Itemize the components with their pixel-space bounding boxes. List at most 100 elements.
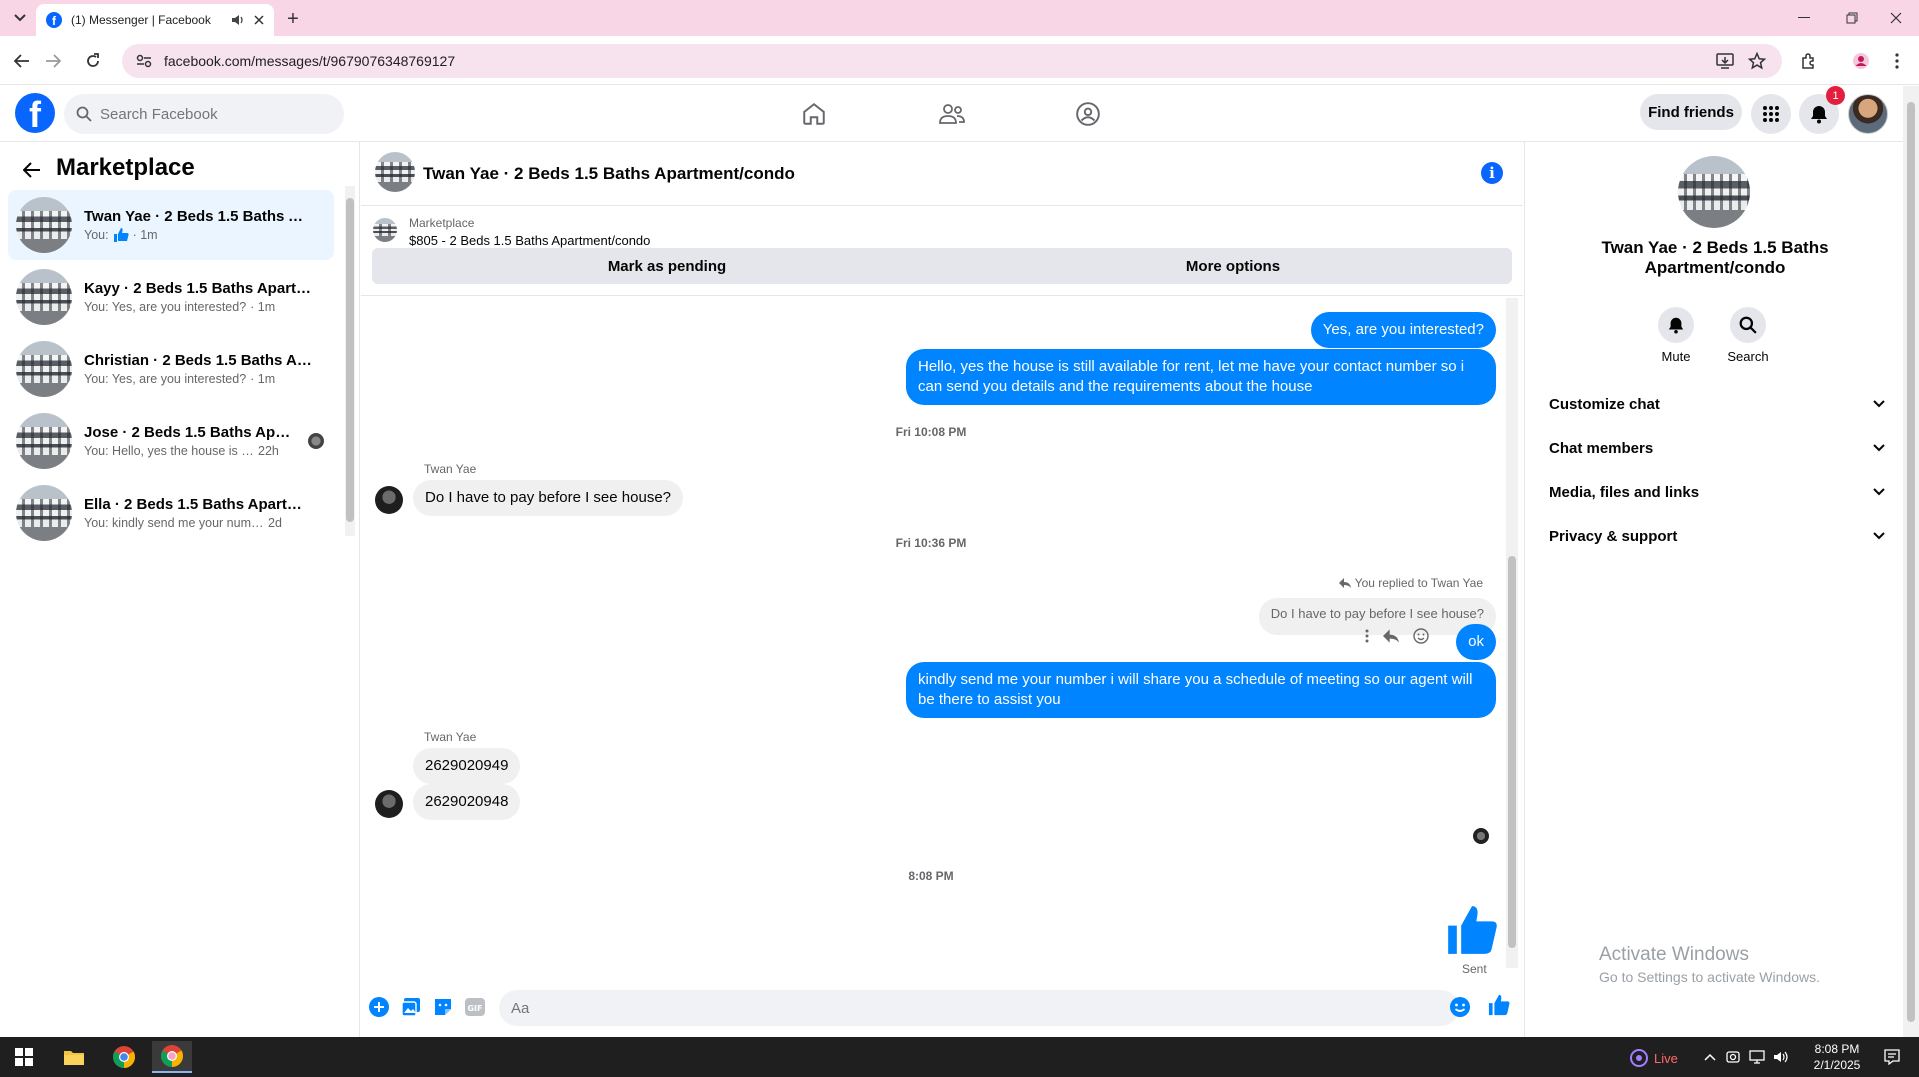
mute-action[interactable]: Mute xyxy=(1646,307,1706,364)
send-thumbs-up-icon[interactable] xyxy=(1488,994,1510,1016)
bell-icon[interactable] xyxy=(1658,307,1694,343)
outgoing-message[interactable]: kindly send me your number i will share … xyxy=(906,662,1496,718)
windows-start-icon[interactable] xyxy=(4,1041,44,1073)
system-clock[interactable]: 8:08 PM 2/1/2025 xyxy=(1800,1041,1874,1073)
mark-as-pending-button[interactable]: Mark as pending xyxy=(372,248,962,284)
info-icon[interactable]: i xyxy=(1481,162,1503,184)
message-input-box[interactable] xyxy=(499,990,1459,1026)
large-thumbs-up-icon[interactable] xyxy=(1446,904,1498,956)
incoming-message[interactable]: 2629020948 xyxy=(413,784,521,820)
gif-icon[interactable]: GIF xyxy=(464,996,486,1018)
incoming-message[interactable]: Do I have to pay before I see house? xyxy=(413,480,683,516)
close-tab-icon[interactable] xyxy=(254,15,264,25)
chat-title[interactable]: Twan Yae · 2 Beds 1.5 Baths Apartment/co… xyxy=(423,164,795,184)
clock-date: 2/1/2025 xyxy=(1813,1058,1861,1072)
friends-nav-icon[interactable] xyxy=(934,96,970,132)
customize-chat-section[interactable]: Customize chat xyxy=(1541,382,1891,426)
page-scrollbar[interactable] xyxy=(1903,86,1919,1037)
conversation-item[interactable]: Kayy · 2 Beds 1.5 Baths Apartme... You: … xyxy=(8,262,334,332)
facebook-header: f Find friends 1 xyxy=(0,86,1903,142)
conversation-time: · 1m xyxy=(250,372,276,386)
incoming-message[interactable]: 2629020949 xyxy=(413,748,521,784)
search-icon[interactable] xyxy=(1730,307,1766,343)
clock-time: 8:08 PM xyxy=(1814,1042,1860,1056)
facebook-search[interactable] xyxy=(64,94,344,134)
restore-icon[interactable] xyxy=(1832,6,1872,30)
chat-panel: Twan Yae · 2 Beds 1.5 Baths Apartment/co… xyxy=(361,142,1523,1037)
details-avatar[interactable] xyxy=(1678,156,1750,228)
file-explorer-icon[interactable] xyxy=(54,1041,94,1073)
new-tab-plus-icon[interactable]: + xyxy=(282,8,304,30)
address-bar[interactable]: facebook.com/messages/t/9679076348769127 xyxy=(122,44,1782,78)
conversation-name: Ella · 2 Beds 1.5 Baths Apartmen... xyxy=(84,496,312,513)
back-arrow-icon[interactable] xyxy=(9,48,35,74)
chrome-menu-icon[interactable] xyxy=(1884,48,1910,74)
sender-avatar[interactable] xyxy=(375,790,403,818)
conversation-name: Christian · 2 Beds 1.5 Baths Apar... xyxy=(84,352,312,369)
privacy-support-section[interactable]: Privacy & support xyxy=(1541,514,1891,558)
photo-gallery-icon[interactable] xyxy=(400,996,422,1018)
outgoing-message[interactable]: ok xyxy=(1456,624,1496,660)
chat-members-section[interactable]: Chat members xyxy=(1541,426,1891,470)
sender-name: Twan Yae xyxy=(424,730,477,744)
chat-scrollbar[interactable] xyxy=(1506,298,1518,968)
live-widget[interactable]: Live xyxy=(1630,1049,1678,1067)
notification-center-icon[interactable] xyxy=(1872,1041,1912,1073)
react-smiley-icon[interactable] xyxy=(1413,628,1429,644)
conversation-list-scrollbar[interactable] xyxy=(345,186,355,536)
sender-avatar[interactable] xyxy=(375,486,403,514)
sticker-icon[interactable] xyxy=(432,996,454,1018)
chrome-active-taskbar-icon[interactable] xyxy=(152,1041,192,1073)
conversation-item[interactable]: Jose · 2 Beds 1.5 Baths Apart... You: He… xyxy=(8,406,334,476)
site-settings-icon[interactable] xyxy=(136,54,152,68)
chrome-profile-icon[interactable] xyxy=(1848,48,1874,74)
account-avatar[interactable] xyxy=(1848,94,1888,134)
facebook-logo-icon[interactable]: f xyxy=(15,93,55,133)
groups-nav-icon[interactable] xyxy=(1070,96,1106,132)
minimize-icon[interactable] xyxy=(1784,6,1824,30)
media-files-links-section[interactable]: Media, files and links xyxy=(1541,470,1891,514)
more-vertical-icon[interactable] xyxy=(1365,629,1369,643)
network-icon[interactable] xyxy=(1746,1041,1768,1073)
emoji-smiley-icon[interactable] xyxy=(1449,996,1471,1018)
install-app-icon[interactable] xyxy=(1712,48,1738,74)
conversation-item[interactable]: Twan Yae · 2 Beds 1.5 Baths Apa... You: … xyxy=(8,190,334,260)
marketplace-label: Marketplace xyxy=(409,216,475,230)
camera-tray-icon[interactable] xyxy=(1722,1041,1744,1073)
menu-grid-icon[interactable] xyxy=(1751,94,1791,134)
chat-avatar[interactable] xyxy=(375,152,415,192)
browser-tab[interactable]: f (1) Messenger | Facebook xyxy=(36,4,274,36)
find-friends-button[interactable]: Find friends xyxy=(1640,94,1742,130)
conversation-item[interactable]: Ella · 2 Beds 1.5 Baths Apartmen... You:… xyxy=(8,478,334,548)
close-window-icon[interactable] xyxy=(1876,6,1916,30)
reply-icon[interactable] xyxy=(1383,629,1399,643)
search-input[interactable] xyxy=(100,105,320,123)
sender-name: Twan Yae xyxy=(424,462,477,476)
search-action[interactable]: Search xyxy=(1718,307,1778,364)
conversation-snippet: You: Yes, are you interested? xyxy=(84,300,247,314)
plus-circle-icon[interactable] xyxy=(368,996,390,1018)
more-options-button[interactable]: More options xyxy=(954,248,1512,284)
message-input[interactable] xyxy=(511,999,1411,1017)
volume-icon[interactable] xyxy=(1770,1041,1792,1073)
listing-thumbnail xyxy=(16,197,72,253)
conversation-snippet: You: Hello, yes the house is still... xyxy=(84,444,254,458)
conversation-item[interactable]: Christian · 2 Beds 1.5 Baths Apar... You… xyxy=(8,334,334,404)
conversation-time: 2d xyxy=(268,516,282,530)
outgoing-message[interactable]: Hello, yes the house is still available … xyxy=(906,349,1496,405)
back-arrow-icon[interactable] xyxy=(18,156,46,184)
home-nav-icon[interactable] xyxy=(796,96,832,132)
forward-arrow-icon[interactable] xyxy=(40,48,66,74)
speaker-icon[interactable] xyxy=(231,13,245,27)
chevron-up-icon[interactable] xyxy=(1700,1041,1720,1073)
tab-search-chevron-icon[interactable] xyxy=(8,8,32,28)
listing-thumbnail xyxy=(16,269,72,325)
outgoing-message[interactable]: Yes, are you interested? xyxy=(1310,312,1496,348)
listing-price[interactable]: $805 - 2 Beds 1.5 Baths Apartment/condo xyxy=(409,233,650,248)
marketplace-listing-bar: Marketplace $805 - 2 Beds 1.5 Baths Apar… xyxy=(361,206,1523,296)
reload-icon[interactable] xyxy=(80,48,106,74)
bookmark-star-icon[interactable] xyxy=(1744,48,1770,74)
extensions-icon[interactable] xyxy=(1796,48,1822,74)
chevron-down-icon xyxy=(1873,488,1885,496)
chrome-taskbar-icon[interactable] xyxy=(104,1041,144,1073)
